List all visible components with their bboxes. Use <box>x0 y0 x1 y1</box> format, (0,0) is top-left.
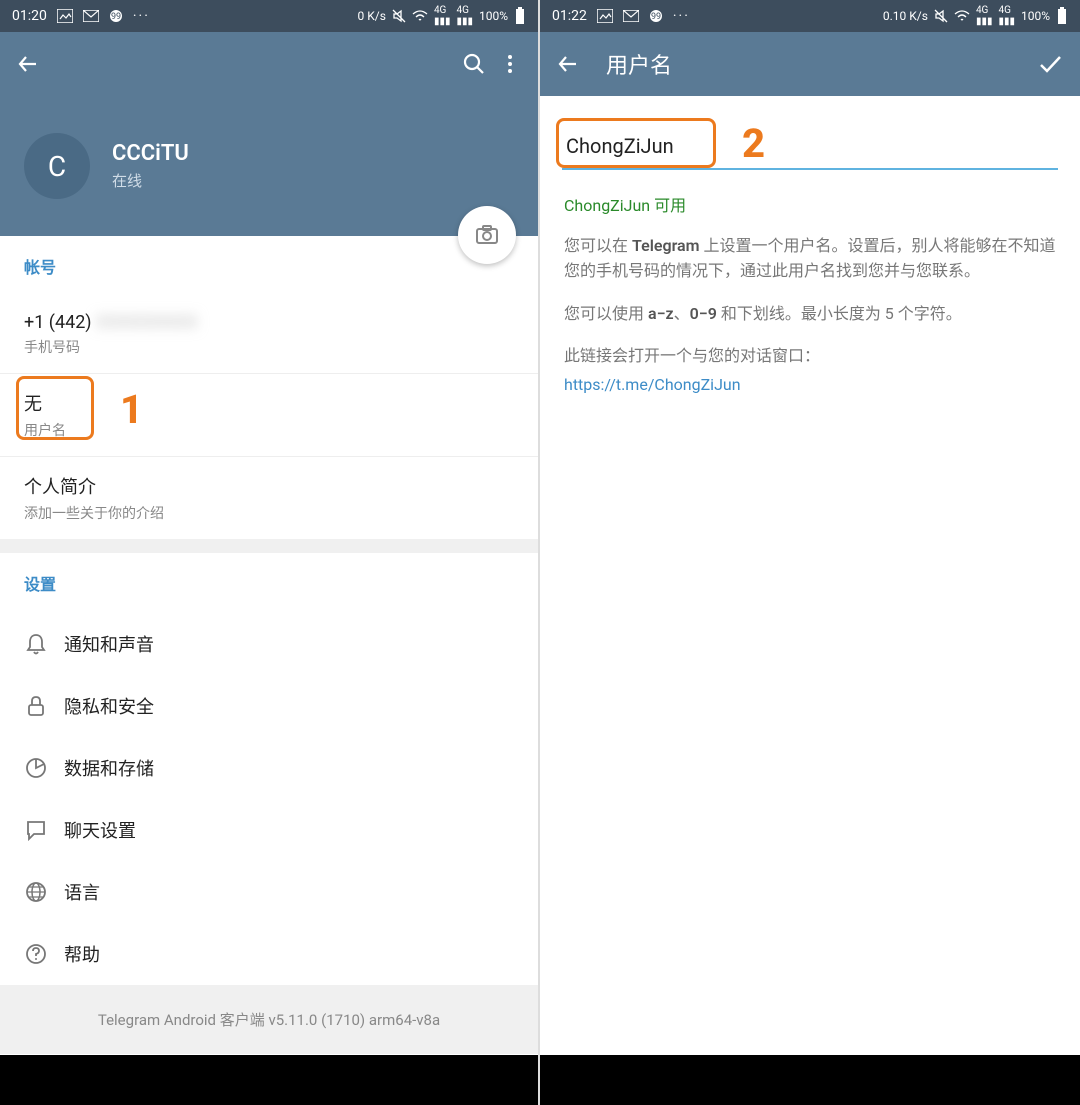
more-menu-button[interactable] <box>498 52 522 76</box>
gallery-icon <box>57 9 73 23</box>
status-bar: 01:20 99 ··· 0 K/s 4G▮▮▮ 4G▮▮▮ 100% <box>0 0 538 32</box>
notifications-label: 通知和声音 <box>64 631 154 657</box>
hangouts-icon: 99 <box>109 9 123 23</box>
username-value: 无 <box>24 390 514 416</box>
svg-text:99: 99 <box>111 12 121 22</box>
header <box>0 32 538 96</box>
description-2: 您可以使用 a−z、0−9 和下划线。最小长度为 5 个字符。 <box>564 302 1056 327</box>
mail-icon <box>83 10 99 22</box>
hangouts-icon: 99 <box>649 9 663 23</box>
android-nav-bar <box>0 1055 538 1105</box>
help-icon <box>24 942 64 966</box>
username-edit-screen: 01:22 99 ··· 0.10 K/s 4G▮▮▮ 4G▮▮▮ 100% 用… <box>540 0 1080 1105</box>
mute-icon <box>934 9 948 23</box>
globe-icon <box>24 880 64 904</box>
account-section: 帐号 <box>0 236 538 296</box>
description-3: 此链接会打开一个与您的对话窗口： <box>564 344 1056 369</box>
bio-label: 添加一些关于你的介绍 <box>24 503 514 523</box>
back-button[interactable] <box>16 52 46 76</box>
lock-icon <box>24 694 64 718</box>
battery-text: 100% <box>479 9 508 23</box>
username-input[interactable] <box>562 124 1058 170</box>
username-label: 用户名 <box>24 420 514 440</box>
signal2-icon: 4G▮▮▮ <box>998 5 1015 27</box>
profile-link[interactable]: https://t.me/ChongZiJun <box>564 375 1056 394</box>
description-1: 您可以在 Telegram 上设置一个用户名。设置后，别人将能够在不知道您的手机… <box>564 234 1056 284</box>
version-info: Telegram Android 客户端 v5.11.0 (1710) arm6… <box>0 985 538 1054</box>
camera-button[interactable] <box>458 206 516 264</box>
phone-row[interactable]: +1 (442) XXXXXXXXX 手机号码 <box>0 296 538 374</box>
bell-icon <box>24 632 64 656</box>
data-label: 数据和存储 <box>64 755 154 781</box>
profile-name: CCCiTU <box>112 141 189 166</box>
status-more-icon: ··· <box>673 8 690 24</box>
chat-row[interactable]: 聊天设置 <box>0 799 538 861</box>
network-speed: 0.10 K/s <box>883 9 928 23</box>
section-divider <box>0 539 538 553</box>
android-nav-bar <box>540 1055 1080 1105</box>
status-more-icon: ··· <box>133 8 150 24</box>
signal1-icon: 4G▮▮▮ <box>976 5 993 27</box>
username-input-wrap: 2 <box>562 124 1058 170</box>
signal1-icon: 4G▮▮▮ <box>434 5 451 27</box>
username-row[interactable]: 无 用户名 1 <box>0 374 538 457</box>
profile-status: 在线 <box>112 170 189 191</box>
status-bar: 01:22 99 ··· 0.10 K/s 4G▮▮▮ 4G▮▮▮ 100% <box>540 0 1080 32</box>
avatar[interactable]: C <box>24 133 90 199</box>
svg-text:99: 99 <box>651 12 661 22</box>
availability-text: ChongZiJun 可用 <box>564 192 1056 216</box>
settings-section-header: 设置 <box>24 571 514 595</box>
data-row[interactable]: 数据和存储 <box>0 737 538 799</box>
bio-value: 个人简介 <box>24 473 514 499</box>
bio-row[interactable]: 个人简介 添加一些关于你的介绍 <box>0 457 538 539</box>
pie-icon <box>24 756 64 780</box>
signal2-icon: 4G▮▮▮ <box>456 5 473 27</box>
privacy-row[interactable]: 隐私和安全 <box>0 675 538 737</box>
phone-label: 手机号码 <box>24 337 514 357</box>
confirm-button[interactable] <box>1036 50 1064 78</box>
wifi-icon <box>954 10 970 22</box>
help-row[interactable]: 帮助 <box>0 923 538 985</box>
phone-value: +1 (442) XXXXXXXXX <box>24 312 514 333</box>
back-button[interactable] <box>556 52 586 76</box>
mute-icon <box>392 9 406 23</box>
header-title: 用户名 <box>606 48 1024 80</box>
network-speed: 0 K/s <box>358 9 386 23</box>
profile-header: C CCCiTU 在线 <box>0 96 538 236</box>
language-label: 语言 <box>64 879 100 905</box>
chat-icon <box>24 818 64 842</box>
account-section-header: 帐号 <box>24 254 514 278</box>
status-time: 01:22 <box>552 8 587 24</box>
mail-icon <box>623 10 639 22</box>
gallery-icon <box>597 9 613 23</box>
search-button[interactable] <box>462 52 486 76</box>
settings-section: 设置 <box>0 553 538 613</box>
battery-text: 100% <box>1021 9 1050 23</box>
status-time: 01:20 <box>12 8 47 24</box>
wifi-icon <box>412 10 428 22</box>
battery-icon <box>1056 7 1068 25</box>
notifications-row[interactable]: 通知和声音 <box>0 613 538 675</box>
privacy-label: 隐私和安全 <box>64 693 154 719</box>
chat-label: 聊天设置 <box>64 817 136 843</box>
profile-settings-screen: 01:20 99 ··· 0 K/s 4G▮▮▮ 4G▮▮▮ 100% C <box>0 0 540 1105</box>
battery-icon <box>514 7 526 25</box>
header: 用户名 <box>540 32 1080 96</box>
help-label: 帮助 <box>64 941 100 967</box>
language-row[interactable]: 语言 <box>0 861 538 923</box>
